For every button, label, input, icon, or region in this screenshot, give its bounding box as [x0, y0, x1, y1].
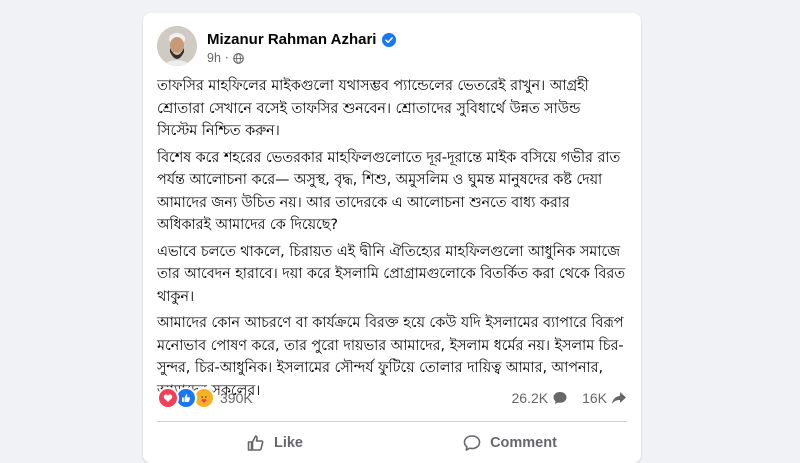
like-label: Like: [273, 435, 303, 451]
post-paragraph: বিশেষ করে শহরের ভেতরকার মাহফিলগুলোতে দূর…: [157, 149, 621, 234]
comment-label: Comment: [490, 435, 557, 451]
author-name[interactable]: Mizanur Rahman Azhari: [207, 31, 376, 48]
comment-stat[interactable]: 26.2K: [511, 390, 568, 406]
comment-count: 26.2K: [511, 390, 549, 406]
post-time[interactable]: 9h: [207, 51, 221, 65]
love-reaction-icon: [157, 387, 179, 409]
action-divider: [157, 421, 627, 422]
post-card: Mizanur Rahman Azhari 9h · তাফসির মাহফিল…: [143, 13, 641, 463]
separator-dot: ·: [224, 51, 229, 65]
like-icon: [247, 435, 264, 451]
share-stat[interactable]: 16K: [582, 390, 627, 406]
like-button[interactable]: Like: [157, 425, 392, 461]
comment-action-icon: [463, 435, 481, 451]
verified-badge-icon: [382, 32, 397, 47]
share-icon: [612, 392, 626, 404]
share-count: 16K: [582, 390, 607, 406]
action-bar: Like Comment: [157, 425, 627, 461]
reactions-row: 390K 26.2K 16K: [157, 387, 627, 409]
reaction-count[interactable]: 390K: [220, 390, 253, 406]
comment-button[interactable]: Comment: [392, 425, 627, 461]
comment-icon: [553, 392, 567, 404]
globe-icon: [232, 52, 244, 64]
reaction-icons[interactable]: [157, 387, 215, 409]
post-paragraph: তাফসির মাহফিলের মাইকগুলো যথাসম্ভব প্যান্…: [157, 78, 589, 139]
post-body: তাফসির মাহফিলের মাইকগুলো যথাসম্ভব প্যান্…: [157, 75, 625, 406]
author-avatar[interactable]: [157, 26, 197, 66]
post-header: Mizanur Rahman Azhari 9h ·: [157, 25, 627, 69]
post-paragraph: এভাবে চলতে থাকলে, চিরায়ত এই দ্বীনি ঐতিহ…: [157, 243, 625, 305]
